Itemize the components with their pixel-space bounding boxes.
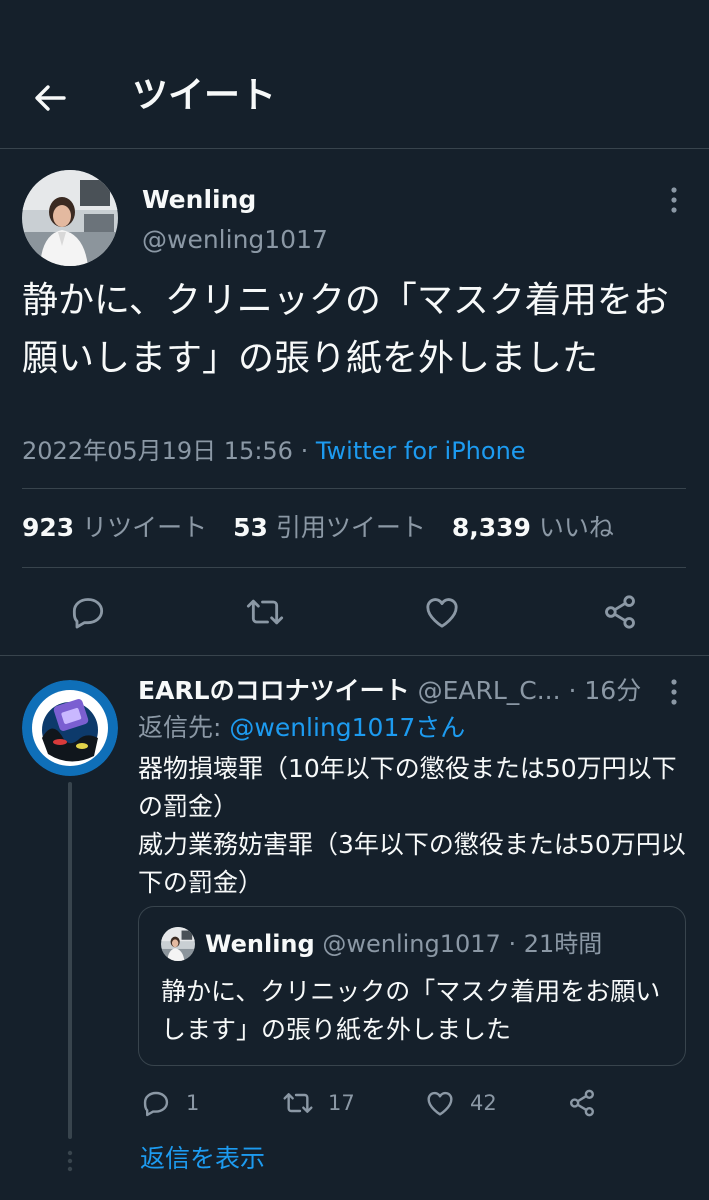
tweet-divider (0, 655, 709, 656)
quote-header: Wenling @wenling1017 · 21時間 (205, 927, 602, 961)
reply-to-prefix: 返信先: (138, 713, 230, 742)
author-handle[interactable]: @wenling1017 (142, 224, 328, 256)
share-button[interactable] (600, 592, 640, 632)
likes-count: 8,339 (451, 513, 531, 542)
retweets-count: 923 (22, 513, 75, 542)
share-icon (605, 595, 635, 629)
reply-author-handle[interactable]: @EARL_C... (418, 676, 561, 705)
reply-author-name[interactable]: EARLのコロナツイート (138, 676, 410, 705)
like-count: 42 (470, 1091, 497, 1115)
quotes-stat[interactable]: 53 引用ツイート (233, 513, 426, 542)
quotes-label: 引用ツイート (275, 513, 426, 542)
reply-to-handle[interactable]: @wenling1017さん (229, 713, 465, 742)
author-name[interactable]: Wenling (142, 184, 256, 216)
meta-separator: · (292, 437, 316, 465)
reply-icon (143, 1091, 169, 1117)
reply-button[interactable] (68, 592, 108, 632)
reply-count: 1 (186, 1091, 200, 1115)
quote-avatar (161, 927, 195, 961)
retweets-label: リツイート (82, 513, 208, 542)
more-options-button[interactable] (662, 184, 686, 216)
more-vertical-icon (671, 679, 677, 705)
likes-stat[interactable]: 8,339 いいね (452, 513, 614, 542)
meta-divider (22, 488, 686, 489)
reply-text-line: 威力業務妨害罪（3年以下の懲役または50万円以下の罰金） (138, 830, 686, 897)
reply-reply-button[interactable]: 1 (140, 1086, 199, 1120)
more-dots-icon (64, 1150, 76, 1172)
quote-separator: · (500, 930, 524, 958)
share-icon (570, 1089, 594, 1117)
avatar[interactable] (22, 170, 118, 266)
quote-author-name: Wenling (205, 930, 315, 958)
back-button[interactable] (30, 78, 70, 118)
quote-time: 21時間 (523, 930, 603, 958)
reply-icon (72, 598, 104, 629)
tweet-timestamp[interactable]: 2022年05月19日 15:56 (22, 437, 293, 465)
reply-text: 器物損壊罪（10年以下の懲役または50万円以下の罰金） 威力業務妨害罪（3年以下… (138, 750, 690, 902)
tweet-source[interactable]: Twitter for iPhone (316, 437, 526, 465)
retweet-count: 17 (328, 1091, 355, 1115)
quote-tweet-card[interactable]: Wenling @wenling1017 · 21時間 静かに、クリニックの「マ… (138, 906, 686, 1066)
reply-share-button[interactable] (566, 1086, 612, 1120)
reply-text-line: 器物損壊罪（10年以下の懲役または50万円以下の罰金） (138, 754, 677, 821)
quote-text: 静かに、クリニックの「マスク着用をお願いします」の張り紙を外しました (161, 977, 661, 1044)
reply-avatar[interactable] (22, 680, 118, 776)
like-icon (426, 598, 458, 628)
like-button[interactable] (422, 592, 462, 632)
more-vertical-icon (671, 187, 677, 213)
stats-divider (22, 567, 686, 568)
reply-header: EARLのコロナツイート @EARL_C... · 16分 (138, 673, 641, 709)
retweet-icon (283, 1093, 313, 1113)
header-divider (0, 148, 709, 149)
thread-line (68, 782, 72, 1139)
reply-to: 返信先: @wenling1017さん (138, 710, 465, 746)
quotes-count: 53 (233, 513, 268, 542)
reply-retweet-button[interactable]: 17 (282, 1086, 355, 1120)
tweet-text: 静かに、クリニックの「マスク着用をお願いします」の張り紙を外しました (22, 280, 669, 379)
retweet-button[interactable] (245, 592, 285, 632)
retweets-stat[interactable]: 923 リツイート (22, 513, 207, 542)
page-title: ツイート (132, 75, 277, 116)
like-icon (427, 1091, 453, 1116)
likes-label: いいね (538, 513, 614, 542)
tweet-meta: 2022年05月19日 15:56 · Twitter for iPhone (22, 434, 526, 468)
tweet-stats: 923 リツイート 53 引用ツイート 8,339 いいね (22, 508, 632, 548)
arrow-left-icon (35, 85, 66, 111)
retweet-icon (246, 599, 284, 625)
reply-time[interactable]: 16分 (584, 676, 641, 705)
reply-more-options-button[interactable] (662, 676, 686, 708)
show-replies-link[interactable]: 返信を表示 (140, 1140, 265, 1178)
reply-separator: · (560, 676, 585, 705)
quote-author-handle: @wenling1017 (322, 930, 501, 958)
reply-like-button[interactable]: 42 (424, 1086, 497, 1120)
